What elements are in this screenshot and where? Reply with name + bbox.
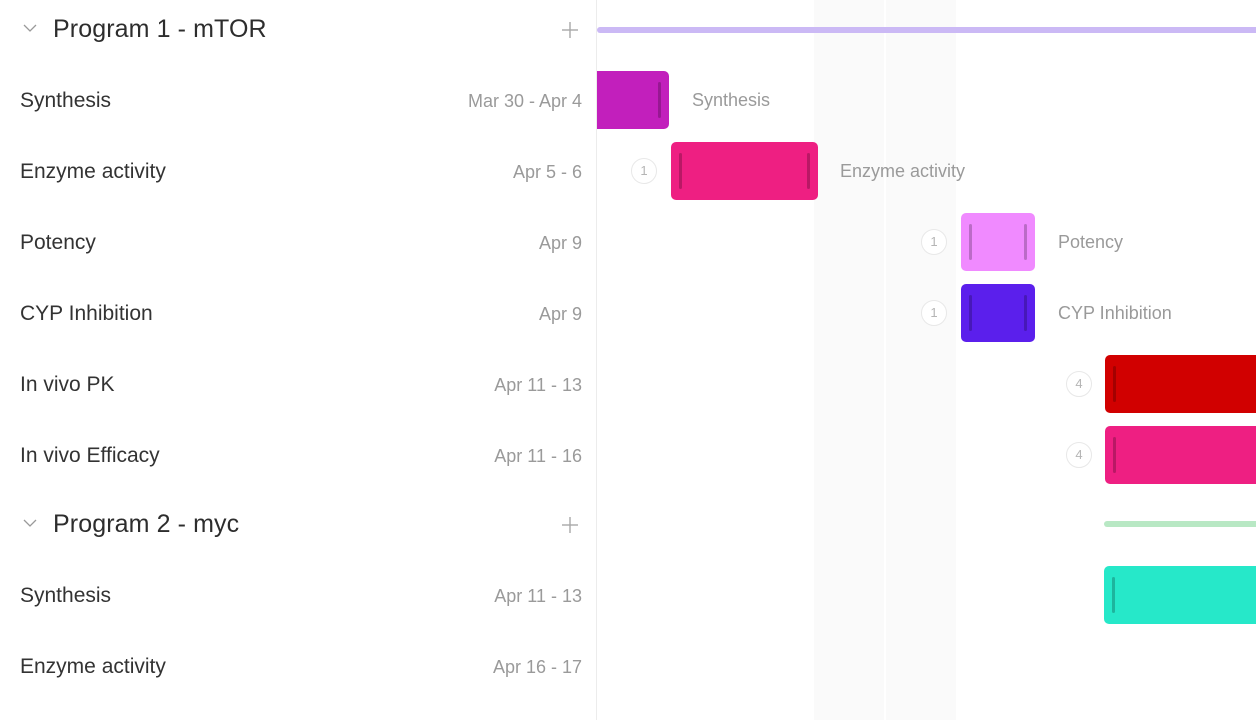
resize-handle[interactable] [1112, 577, 1115, 613]
dependency-count-badge[interactable]: 1 [921, 300, 947, 326]
task-row[interactable]: CYP Inhibition Apr 9 [0, 284, 596, 355]
group-header-program-2[interactable]: Program 2 - myc [0, 495, 596, 566]
dependency-count-badge[interactable]: 4 [1066, 371, 1092, 397]
task-dates: Apr 11 - 13 [494, 586, 582, 606]
bar-label: CYP Inhibition [1058, 303, 1172, 323]
task-name: In vivo Efficacy [20, 444, 160, 467]
bar-label: Synthesis [692, 90, 771, 110]
bar-label: Enzyme activity [840, 161, 966, 181]
weekend-shade [814, 0, 884, 720]
task-name: Synthesis [20, 584, 112, 607]
task-row[interactable]: In vivo Efficacy Apr 11 - 16 [0, 426, 596, 497]
task-name: Potency [20, 231, 96, 254]
resize-handle[interactable] [679, 153, 682, 189]
gantt-timeline: Synthesis 1 Enzyme activity 1 Potency 1 … [597, 0, 1256, 720]
task-list-panel: Program 1 - mTOR Synthesis Mar 30 - Apr … [0, 0, 597, 720]
task-name: CYP Inhibition [20, 302, 153, 325]
dependency-count-badge[interactable]: 1 [921, 229, 947, 255]
task-dates: Apr 11 - 13 [494, 375, 582, 395]
task-dates: Apr 11 - 16 [494, 446, 582, 466]
task-row[interactable]: In vivo PK Apr 11 - 13 [0, 355, 596, 426]
dependency-count-badge[interactable]: 1 [631, 158, 657, 184]
weekend-shade [886, 0, 956, 720]
bar-label: Potency [1058, 232, 1124, 252]
task-bar-in-vivo-pk[interactable] [1105, 355, 1256, 413]
group-title: Program 1 - mTOR [53, 15, 267, 43]
task-bar-in-vivo-efficacy[interactable] [1105, 426, 1256, 484]
resize-handle[interactable] [807, 153, 810, 189]
plus-icon[interactable] [560, 20, 580, 40]
task-bar-potency[interactable] [961, 213, 1035, 271]
task-row[interactable]: Potency Apr 9 [0, 213, 596, 284]
task-dates: Apr 9 [538, 233, 582, 253]
task-name: Enzyme activity [20, 655, 166, 678]
task-row[interactable]: Synthesis Apr 11 - 13 [0, 566, 596, 637]
group-summary-bar[interactable] [597, 27, 1256, 33]
task-dates: Apr 16 - 17 [492, 657, 582, 677]
task-bar-cyp-inhibition[interactable] [961, 284, 1035, 342]
group-title: Program 2 - myc [53, 510, 240, 538]
resize-handle[interactable] [969, 224, 972, 260]
task-name: Enzyme activity [20, 160, 166, 183]
task-row[interactable]: Enzyme activity Apr 16 - 17 [0, 637, 596, 708]
group-header-program-1[interactable]: Program 1 - mTOR [0, 0, 596, 71]
task-bar-synthesis-myc[interactable] [1104, 566, 1256, 624]
task-name: Synthesis [20, 89, 112, 112]
task-row[interactable]: Synthesis Mar 30 - Apr 4 [0, 71, 596, 142]
task-dates: Apr 5 - 6 [512, 162, 582, 182]
dependency-count-badge[interactable]: 4 [1066, 442, 1092, 468]
task-dates: Mar 30 - Apr 4 [467, 91, 582, 111]
resize-handle[interactable] [658, 82, 661, 118]
task-row[interactable]: Enzyme activity Apr 5 - 6 [0, 142, 596, 213]
task-name: In vivo PK [20, 373, 115, 396]
task-bar-synthesis[interactable] [597, 71, 669, 129]
task-dates: Apr 9 [538, 304, 582, 324]
resize-handle[interactable] [969, 295, 972, 331]
task-bar-enzyme-activity[interactable] [671, 142, 818, 200]
resize-handle[interactable] [1024, 295, 1027, 331]
resize-handle[interactable] [1024, 224, 1027, 260]
chevron-down-icon[interactable] [22, 22, 38, 34]
plus-icon[interactable] [560, 515, 580, 535]
resize-handle[interactable] [1113, 437, 1116, 473]
resize-handle[interactable] [1113, 366, 1116, 402]
group-summary-bar[interactable] [1104, 521, 1256, 527]
chevron-down-icon[interactable] [22, 517, 38, 529]
